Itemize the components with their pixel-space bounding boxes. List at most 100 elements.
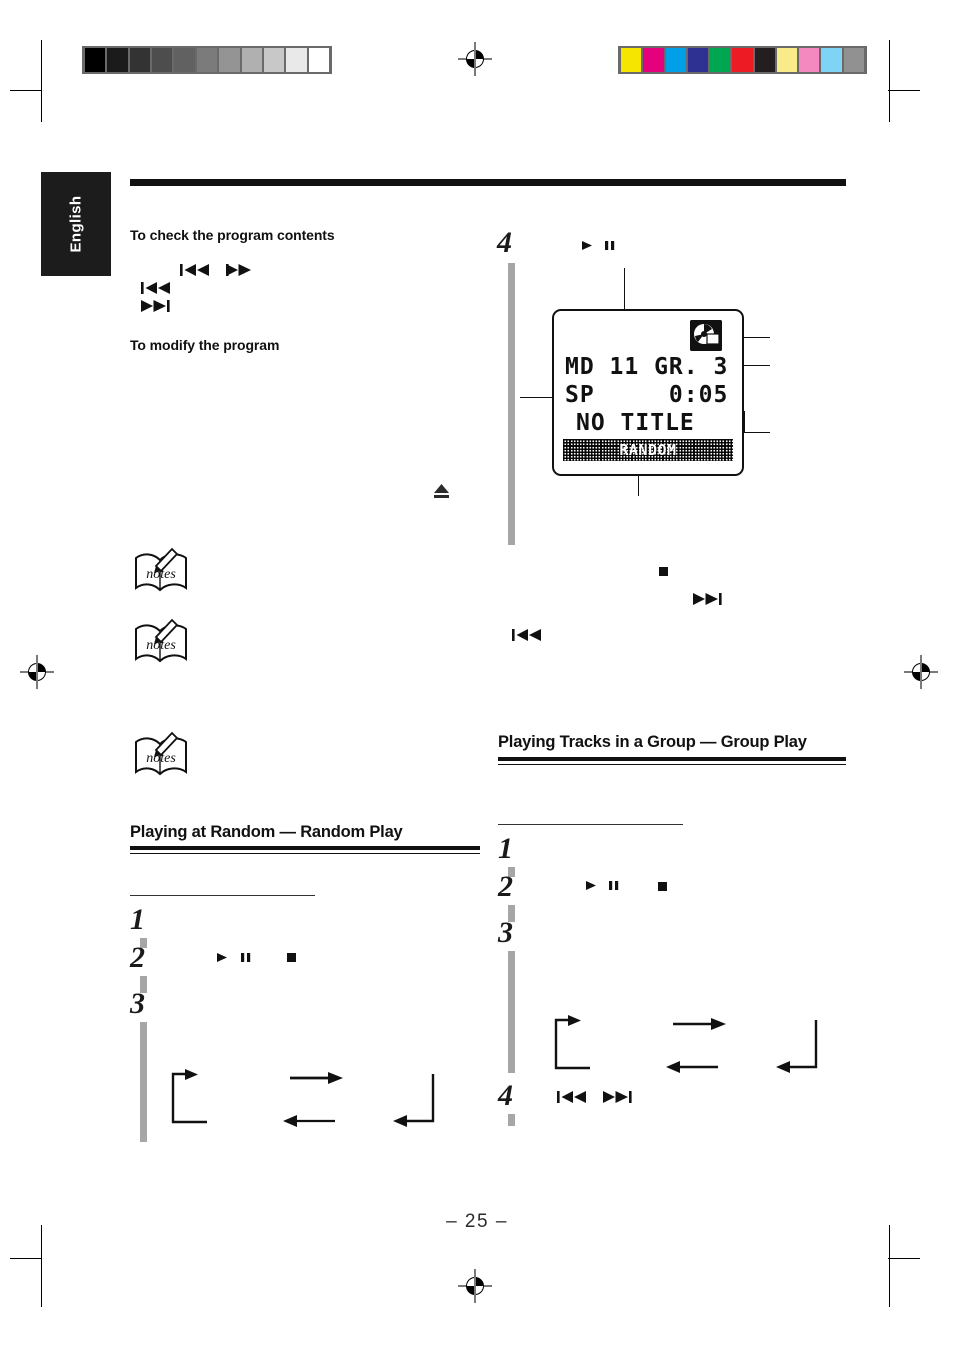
step-number-4: 4 [498,1079,513,1112]
heading-modify-program: To modify the program [130,337,280,353]
color-swatch [799,48,820,72]
svg-text:notes: notes [146,751,176,766]
svg-text:notes: notes [146,638,176,653]
crop-mark-left-lower [10,1258,42,1259]
play-icon [216,951,229,964]
grayscale-swatch [129,48,151,72]
lcd-random-indicator: RANDOM [563,439,733,461]
skip-backward-icon [180,263,210,277]
pause-icon [608,879,620,892]
color-swatch [710,48,731,72]
step-number-4-top: 4 [497,226,512,259]
grayscale-swatch [152,48,173,72]
skip-forward-icon [226,263,256,277]
color-swatch [754,48,775,72]
language-tab-label: English [67,195,85,253]
md-disc-icon [690,320,722,351]
color-swatch [621,48,642,72]
skip-backward-icon [141,281,171,295]
crop-mark-top-left [41,40,42,122]
heading-check-program: To check the program contents [130,227,335,243]
section-title-random-play: Playing at Random — Random Play [130,823,403,841]
stop-icon [286,952,297,963]
skip-forward-icon [603,1090,633,1104]
crop-mark-bottom-left [41,1225,42,1307]
play-icon [581,239,594,252]
crop-mark-left-upper [10,90,42,91]
lcd-line-2: SP 0:05 [565,382,729,408]
stop-icon [658,566,669,577]
color-swatch [821,48,842,72]
lcd-display: MD 11 GR. 3 SP 0:05 NO TITLE RANDOM [552,309,744,476]
grayscale-swatch [263,48,285,72]
display-leader-line [624,268,626,310]
grayscale-swatch [241,48,262,72]
step-spine [508,951,515,1073]
grayscale-swatch [196,48,218,72]
stop-icon [657,881,668,892]
color-calibration-bar [618,46,867,74]
mode-flow-diagram [165,1068,445,1130]
lcd-line-1: MD 11 GR. 3 [565,354,729,380]
grayscale-swatch [174,48,195,72]
display-leader-line [744,365,770,367]
step-number-2: 2 [498,870,513,903]
step-number-1: 1 [130,903,145,936]
page-number: – 25 – [446,1211,508,1232]
grayscale-swatch [286,48,307,72]
skip-forward-icon [141,299,171,313]
step-number-1: 1 [498,832,513,865]
skip-backward-icon [512,628,542,642]
section-rule [130,846,480,854]
notes-icon: notes [132,730,190,780]
crop-mark-right-lower [888,1258,920,1259]
display-leader-line [744,411,746,433]
color-swatch [643,48,664,72]
manual-page: English To check the program contents To… [0,0,954,1351]
crop-mark-bottom-right [889,1225,890,1307]
play-icon [585,879,598,892]
color-swatch [843,48,864,72]
display-leader-line [744,432,770,434]
step-number-3: 3 [498,916,513,949]
page-top-rule [130,179,846,186]
grayscale-swatch [219,48,240,72]
language-tab: English [41,172,111,276]
pause-icon [240,951,252,964]
eject-icon [433,484,450,499]
step-number-3: 3 [130,987,145,1020]
display-leader-line [742,337,770,339]
registration-mark-icon [20,655,54,689]
step-number-2: 2 [130,941,145,974]
notes-icon: notes [132,546,190,596]
skip-backward-icon [557,1090,587,1104]
lcd-random-label: RANDOM [619,441,677,459]
section-rule [498,757,846,765]
display-leader-line [520,397,554,399]
step-spine [508,1114,515,1126]
svg-text:notes: notes [146,567,176,582]
crop-mark-top-right [889,40,890,122]
step-group-rule [498,824,683,826]
color-swatch [732,48,753,72]
mode-flow-diagram [548,1014,838,1076]
color-swatch [665,48,686,72]
section-title-group-play: Playing Tracks in a Group — Group Play [498,733,807,751]
skip-forward-icon [693,592,723,606]
grayscale-calibration-bar [82,46,332,74]
color-swatch [687,48,709,72]
pause-icon [604,239,616,252]
grayscale-swatch [308,48,329,72]
registration-mark-icon [458,42,492,76]
lcd-line-3: NO TITLE [576,410,695,436]
registration-mark-icon [458,1269,492,1303]
crop-mark-right-upper [888,90,920,91]
step-spine [508,263,515,545]
step-group-rule [130,895,315,897]
grayscale-swatch [107,48,128,72]
color-swatch [776,48,798,72]
grayscale-swatch [85,48,106,72]
step-spine [140,1022,147,1142]
notes-icon: notes [132,617,190,667]
registration-mark-icon [904,655,938,689]
